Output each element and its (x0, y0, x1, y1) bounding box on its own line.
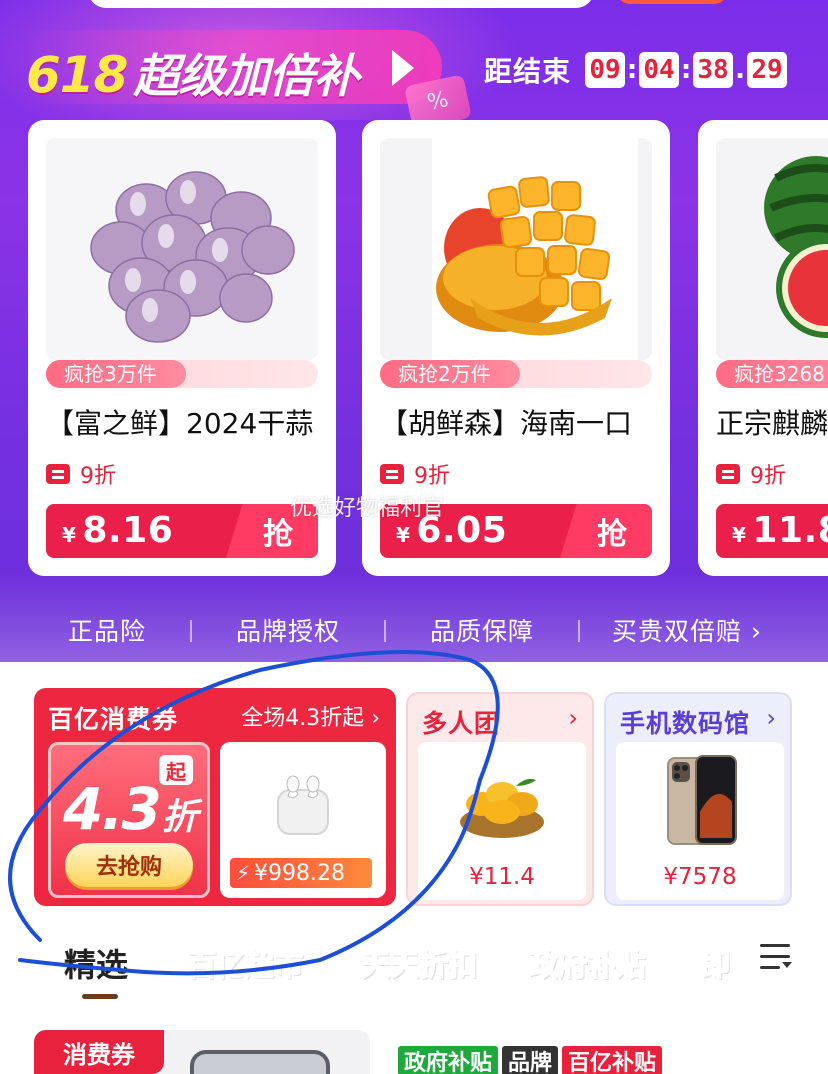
brand-badge: 品牌 (502, 1046, 559, 1074)
promo-banner-title[interactable]: 618 超级加倍补 (26, 40, 359, 106)
sold-count: 疯抢3万件 (64, 362, 157, 386)
countdown-hours: 09 (585, 52, 626, 88)
discount-badge: 9折 (716, 458, 786, 490)
play-arrow-icon[interactable] (392, 50, 414, 86)
guarantee-strip: 正品险 品牌授权 品质保障 买贵双倍赔 › (0, 608, 828, 652)
tab-gov-subsidy[interactable]: 政府补贴 (527, 940, 646, 984)
product-image-mango[interactable] (380, 138, 652, 360)
coupon-icon (46, 464, 70, 484)
guarantee-brand-auth: 品牌授权 (236, 617, 341, 646)
digital-mall-price: ¥7578 (663, 864, 737, 890)
coupon-discount-panel[interactable]: 起 4.3折 去抢购 (48, 742, 210, 898)
banner-number: 618 (26, 46, 128, 104)
bottom-feed: 消费券 政府补贴 品牌 百亿补贴 (0, 1020, 828, 1074)
top-red-tab (616, 0, 728, 4)
coupon-discount-value: 4.3折 (63, 775, 198, 843)
sold-count: 疯抢2万件 (398, 362, 491, 386)
menu-icon[interactable] (760, 942, 794, 972)
phone-image (190, 1050, 330, 1074)
countdown-timer: 距结束 09 : 04 : 38 . 29 (484, 50, 788, 90)
overlay-caption: 优选好物福利官 (290, 496, 445, 521)
product-title[interactable]: 正宗麒麟 (716, 402, 828, 442)
countdown-centis: 29 (747, 52, 788, 88)
lightning-icon: ⚡ (236, 861, 251, 885)
feed-badges: 政府补贴 品牌 百亿补贴 (398, 1046, 663, 1074)
mango-basket-image (460, 778, 544, 838)
category-tabs: 精选 百亿超市 天天折扣 政府补贴 即 (0, 934, 828, 1004)
banner-title-text: 超级加倍补 (133, 49, 359, 103)
guarantee-quality: 品质保障 (430, 617, 535, 646)
promo-section: 618 超级加倍补 % 距结束 09 : 04 : 38 . 29 疯抢3万件 … (0, 0, 828, 662)
digital-mall-card[interactable]: 手机数码馆 › ¥7578 (604, 692, 792, 906)
chevron-right-icon: › (750, 617, 762, 646)
coupon-icon (716, 464, 740, 484)
coupon-icon (380, 464, 404, 484)
consumer-coupon-tag: 消费券 (34, 1030, 164, 1074)
countdown-minutes: 04 (639, 52, 680, 88)
discount-text: 9折 (750, 464, 786, 489)
countdown-seconds: 38 (693, 52, 734, 88)
active-tab-indicator (82, 994, 118, 999)
buy-bar[interactable]: ¥11.8 (716, 504, 828, 558)
digital-mall-product[interactable]: ¥7578 (616, 742, 784, 900)
product-price-tag: ⚡ ¥998.28 (230, 858, 372, 888)
buy-bar[interactable]: ¥8.16 抢 (46, 504, 318, 558)
earbuds-image (277, 775, 329, 835)
product-image-watermelon[interactable] (716, 138, 828, 360)
sold-count-bar: 疯抢3万件 (46, 360, 318, 388)
sold-count-bar: 疯抢2万件 (380, 360, 652, 388)
discount-badge: 9折 (46, 458, 116, 490)
product-card-watermelon[interactable]: 疯抢3268 正宗麒麟 9折 ¥11.8 (698, 120, 828, 576)
digital-mall-title[interactable]: 手机数码馆 (620, 704, 750, 740)
phone-image (667, 755, 737, 845)
product-price: ¥8.16 (62, 510, 174, 551)
sold-count-bar: 疯抢3268 (716, 360, 828, 388)
discount-badge: 9折 (380, 458, 450, 490)
guarantee-double-refund[interactable]: 买贵双倍赔 › (612, 612, 762, 648)
group-buy-product[interactable]: ¥11.4 (418, 742, 586, 900)
product-title[interactable]: 【富之鲜】2024干蒜 (46, 402, 313, 442)
coupon-title[interactable]: 百亿消费券 (48, 700, 178, 736)
group-buy-title[interactable]: 多人团 (422, 704, 500, 740)
sold-count: 疯抢3268 (734, 362, 825, 386)
group-buy-card[interactable]: 多人团 › ¥11.4 (406, 692, 594, 906)
coupon-block[interactable]: 百亿消费券 全场4.3折起 › 起 4.3折 去抢购 ⚡ ¥998.28 (34, 688, 396, 906)
grab-button[interactable]: 抢 (560, 504, 652, 558)
product-title[interactable]: 【胡鲜森】海南一口 (380, 402, 632, 442)
tab-daily-discount[interactable]: 天天折扣 (359, 940, 478, 984)
discount-text: 9折 (414, 464, 450, 489)
discount-text: 9折 (80, 464, 116, 489)
go-buy-button[interactable]: 去抢购 (65, 843, 193, 887)
tab-tenbillion-market[interactable]: 百亿超市 (185, 940, 304, 984)
tab-featured[interactable]: 精选 (64, 940, 128, 986)
chevron-right-icon: › (371, 706, 380, 731)
chevron-right-icon[interactable]: › (766, 704, 776, 732)
coupon-subtitle-link[interactable]: 全场4.3折起 › (241, 700, 380, 732)
coupon-product[interactable]: ⚡ ¥998.28 (220, 742, 386, 898)
tenbillion-subsidy-badge: 百亿补贴 (562, 1046, 663, 1074)
guarantee-authentic: 正品险 (68, 617, 147, 646)
countdown-label: 距结束 (484, 55, 572, 88)
gov-subsidy-badge: 政府补贴 (398, 1046, 499, 1074)
product-price: ¥11.8 (732, 510, 828, 551)
tab-instant[interactable]: 即 (699, 940, 731, 984)
top-white-bar (88, 0, 594, 8)
group-buy-price: ¥11.4 (469, 864, 535, 890)
chevron-right-icon[interactable]: › (568, 704, 578, 732)
product-image-garlic[interactable] (46, 138, 318, 360)
